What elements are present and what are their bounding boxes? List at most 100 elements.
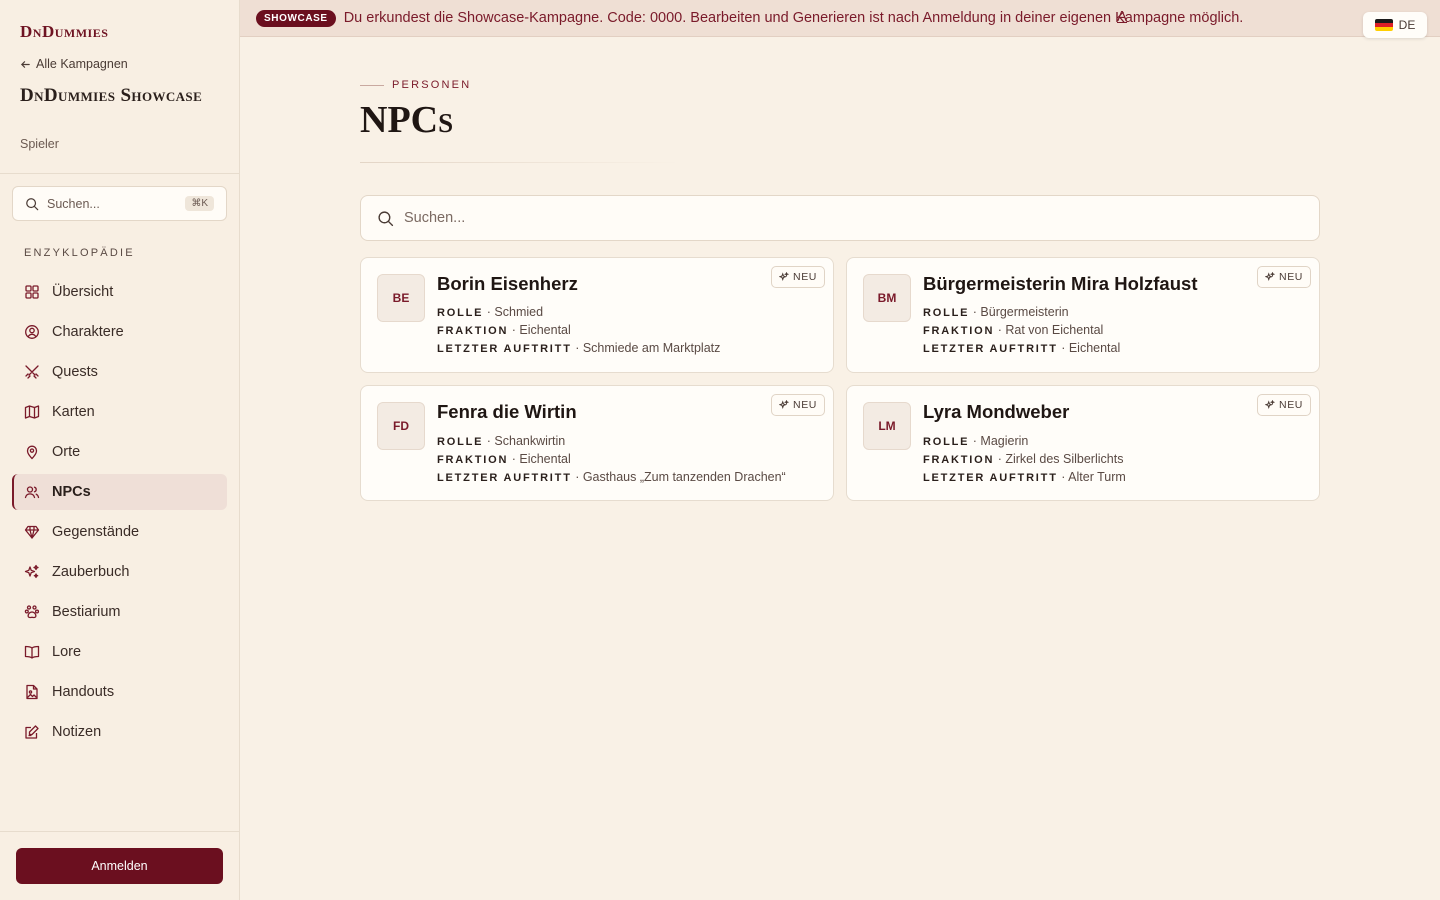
- search-icon: [378, 210, 394, 226]
- eyebrow-label: PERSONEN: [392, 79, 472, 91]
- banner-message: Du erkundest die Showcase-Kampagne. Code…: [343, 10, 1244, 26]
- germany-flag-icon: [1374, 19, 1393, 31]
- login-button[interactable]: Anmelden: [16, 848, 223, 884]
- grid-icon: [25, 285, 39, 299]
- npc-name: Lyra Mondweber: [923, 401, 1070, 422]
- field-label: ROLLE: [923, 436, 970, 448]
- new-badge-button[interactable]: NEU: [1257, 394, 1311, 416]
- field-label: ROLLE: [923, 307, 970, 319]
- sidebar-item-label: Bestiarium: [52, 604, 121, 620]
- gem-icon: [24, 525, 40, 539]
- sidebar-item-uebersicht[interactable]: Übersicht: [12, 274, 227, 310]
- user-circle-icon: [25, 325, 39, 339]
- npc-card[interactable]: BM Bürgermeisterin Mira Holzfaust ROLLE …: [846, 257, 1320, 373]
- npc-last-seen-row: LETZTER AUFTRITT · Schmiede am Marktplat…: [437, 341, 720, 355]
- map-pin-icon: [26, 445, 38, 460]
- new-badge-label: NEU: [1279, 399, 1303, 411]
- sidebar-search-input[interactable]: Suchen... ⌘K: [12, 186, 227, 221]
- sidebar-item-npcs[interactable]: NPCs: [12, 474, 227, 510]
- npc-role: · Bürgermeisterin: [972, 305, 1069, 319]
- new-badge-button[interactable]: NEU: [1257, 266, 1311, 288]
- npc-search-input[interactable]: Suchen...: [360, 195, 1320, 241]
- field-label: LETZTER AUFTRITT: [437, 472, 572, 484]
- crossed-swords-icon: [25, 365, 39, 379]
- npc-search-placeholder: Suchen...: [404, 210, 466, 226]
- sidebar-item-handouts[interactable]: Handouts: [12, 674, 227, 710]
- sidebar-item-gegenstaende[interactable]: Gegenstände: [12, 514, 227, 550]
- field-label: LETZTER AUFTRITT: [923, 343, 1058, 355]
- sidebar-item-zauberbuch[interactable]: Zauberbuch: [12, 554, 227, 590]
- npc-card[interactable]: LM Lyra Mondweber ROLLE · Magierin FRAKT…: [846, 385, 1320, 501]
- sidebar-item-karten[interactable]: Karten: [12, 394, 227, 430]
- back-link-label: Alle Kampagnen: [36, 57, 128, 71]
- banner-action-link[interactable]: A: [1117, 8, 1127, 25]
- sparkles-icon: [779, 272, 790, 281]
- sidebar-item-lore[interactable]: Lore: [12, 634, 227, 670]
- npc-role: · Schankwirtin: [486, 434, 566, 448]
- file-image-icon: [26, 684, 38, 700]
- page-eyebrow: PERSONEN: [360, 79, 471, 91]
- npc-faction-row: FRAKTION · Eichental: [437, 452, 571, 466]
- section-label-encyclopedia: ENZYKLOPÄDIE: [24, 247, 135, 259]
- sidebar-item-label: Orte: [52, 444, 81, 460]
- field-label: FRAKTION: [437, 325, 509, 337]
- npc-card[interactable]: BE Borin Eisenherz ROLLE · Schmied FRAKT…: [360, 257, 834, 373]
- field-label: FRAKTION: [923, 454, 995, 466]
- sparkles-icon: [779, 400, 790, 409]
- divider: [0, 173, 239, 174]
- sidebar-item-label: NPCs: [52, 484, 91, 500]
- eyebrow-line: [360, 84, 384, 86]
- npc-role: · Magierin: [972, 434, 1029, 448]
- sidebar-item-label: Übersicht: [52, 284, 114, 300]
- npc-last-seen-row: LETZTER AUFTRITT · Alter Turm: [923, 470, 1126, 484]
- npc-name: Borin Eisenherz: [437, 273, 578, 294]
- field-label: FRAKTION: [923, 325, 995, 337]
- divider: [360, 162, 680, 163]
- field-label: ROLLE: [437, 307, 484, 319]
- avatar: FD: [377, 402, 425, 450]
- sidebar-item-orte[interactable]: Orte: [12, 434, 227, 470]
- search-shortcut-badge: ⌘K: [185, 196, 214, 211]
- sidebar-item-notizen[interactable]: Notizen: [12, 714, 227, 750]
- sidebar-item-label: Zauberbuch: [52, 564, 130, 580]
- sidebar-item-bestiarium[interactable]: Bestiarium: [12, 594, 227, 630]
- sidebar-item-label: Handouts: [52, 684, 115, 700]
- sidebar-item-label: Charaktere: [52, 324, 124, 340]
- language-code: DE: [1398, 18, 1416, 32]
- field-label: LETZTER AUFTRITT: [437, 343, 572, 355]
- npc-role-row: ROLLE · Magierin: [923, 434, 1028, 448]
- npc-name: Fenra die Wirtin: [437, 401, 577, 422]
- npc-last-seen: · Alter Turm: [1061, 470, 1126, 484]
- page-title: NPCs: [360, 99, 454, 141]
- npc-faction: · Eichental: [511, 452, 571, 466]
- new-badge-button[interactable]: NEU: [771, 394, 825, 416]
- divider: [0, 831, 239, 832]
- back-to-campaigns-link[interactable]: Alle Kampagnen: [20, 57, 128, 71]
- map-icon: [24, 405, 40, 419]
- sidebar-item-label: Notizen: [52, 724, 102, 740]
- field-label: ROLLE: [437, 436, 484, 448]
- npc-card[interactable]: FD Fenra die Wirtin ROLLE · Schankwirtin…: [360, 385, 834, 501]
- npc-role-row: ROLLE · Bürgermeisterin: [923, 305, 1069, 319]
- npc-faction: · Zirkel des Silberlichts: [997, 452, 1124, 466]
- sidebar-search-placeholder: Suchen...: [47, 196, 100, 211]
- new-badge-button[interactable]: NEU: [771, 266, 825, 288]
- sidebar-item-charaktere[interactable]: Charaktere: [12, 314, 227, 350]
- book-open-icon: [24, 645, 40, 659]
- sidebar-nav: Übersicht Charaktere Quests Karten Orte …: [12, 274, 227, 754]
- new-badge-label: NEU: [1279, 271, 1303, 283]
- brand-logo[interactable]: DnDummies: [20, 22, 108, 42]
- sparkles-icon: [24, 564, 39, 579]
- sparkles-icon: [1265, 272, 1276, 281]
- npc-last-seen: · Gasthaus „Zum tanzenden Drachen“: [575, 470, 786, 484]
- campaign-title: DnDummies Showcase: [20, 85, 203, 106]
- sidebar-item-label: Lore: [52, 644, 82, 660]
- sidebar-item-quests[interactable]: Quests: [12, 354, 227, 390]
- new-badge-label: NEU: [793, 271, 817, 283]
- showcase-badge: SHOWCASE: [256, 9, 336, 27]
- language-switcher[interactable]: DE: [1363, 12, 1427, 38]
- npc-faction-row: FRAKTION · Zirkel des Silberlichts: [923, 452, 1123, 466]
- npc-faction-row: FRAKTION · Eichental: [437, 323, 571, 337]
- npc-faction: · Rat von Eichental: [997, 323, 1104, 337]
- npc-faction: · Eichental: [511, 323, 571, 337]
